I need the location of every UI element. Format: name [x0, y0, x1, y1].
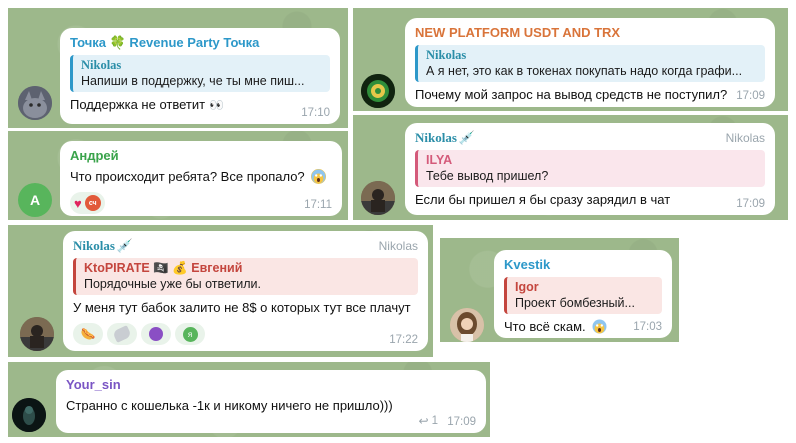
message-text: Почему мой запрос на вывод средств не по…: [415, 87, 728, 102]
reaction-cast[interactable]: [107, 323, 137, 345]
sender-name[interactable]: NEW PLATFORM USDT AND TRX: [415, 24, 765, 41]
heart-icon: ♥: [74, 195, 82, 211]
avatar-new-platform[interactable]: [361, 74, 395, 108]
reactions-row: 🌭 я: [73, 323, 418, 345]
reply-arrow-icon: ↩: [418, 414, 429, 428]
sender-name[interactable]: Nikolas 💉: [415, 129, 475, 146]
avatar-nikolas-1[interactable]: [361, 181, 395, 215]
screaming-face-svg: [311, 169, 326, 184]
chat-panel-5: Nikolas 💉 Nikolas KtoPIRATE 🏴‍☠️ 💰 Евгени…: [8, 225, 433, 357]
avatar-nikolas-2[interactable]: [20, 317, 54, 351]
message-bubble-tochka[interactable]: Точка 🍀 Revenue Party Точка Nikolas Напи…: [60, 28, 340, 124]
dark-figure-avatar-icon: [12, 398, 46, 432]
cat-avatar-icon: [18, 86, 52, 120]
message-time: 17:09: [736, 90, 765, 102]
message-time: 17:09: [447, 416, 476, 428]
sender-name[interactable]: Your_sin: [66, 376, 476, 393]
screaming-face-icon: [592, 319, 607, 334]
syringe-icon: 💉: [458, 130, 476, 145]
reply-quote[interactable]: Nikolas А я нет, это как в токенах покуп…: [415, 45, 765, 82]
chat-panel-7: Your_sin Странно с кошелька -1к и никому…: [8, 362, 490, 437]
message-bubble-andrey[interactable]: Андрей Что происходит ребята? Все пропал…: [60, 141, 342, 216]
chat-panel-6: Kvestik Igor Проект бомбезный... Что всё…: [440, 238, 679, 342]
message-text: Странно с кошелька -1к и никому ничего н…: [66, 398, 393, 413]
chat-panel-3: NEW PLATFORM USDT AND TRX Nikolas А я не…: [353, 8, 788, 111]
avatar-your-sin[interactable]: [12, 398, 46, 432]
avatar-letter: А: [29, 192, 41, 208]
reply-text: Порядочные уже бы ответили.: [84, 277, 262, 291]
chat-panel-4: Nikolas 💉 Nikolas ILYA Тебе вывод пришел?…: [353, 115, 788, 220]
message-bubble-new-platform[interactable]: NEW PLATFORM USDT AND TRX Nikolas А я не…: [405, 18, 775, 107]
reactor-avatar: сч: [84, 195, 101, 211]
reply-quote[interactable]: KtoPIRATE 🏴‍☠️ 💰 Евгений Порядочные уже …: [73, 258, 418, 295]
screaming-face-svg: [592, 319, 607, 334]
message-time: 17:11: [304, 199, 332, 211]
sender-row: Nikolas 💉 Nikolas: [73, 237, 418, 254]
sender-name[interactable]: Андрей: [70, 147, 332, 164]
hotdog-icon: 🌭: [80, 327, 96, 341]
message-text: У меня тут бабок залито не 8$ о которых …: [73, 300, 411, 315]
message-text: Если бы пришел я бы сразу зарядил в чат: [415, 192, 671, 207]
sender-name-text: Nikolas: [415, 130, 457, 145]
message-text-body: Что всё скам.: [504, 319, 586, 334]
reply-text: Проект бомбезный...: [515, 296, 635, 310]
reply-quote[interactable]: Nikolas Напиши в поддержку, че ты мне пи…: [70, 55, 330, 92]
reply-text: Тебе вывод пришел?: [426, 169, 549, 183]
reactor-avatar: я: [182, 326, 198, 342]
message-time: 17:10: [301, 107, 330, 119]
avatar-tochka[interactable]: [18, 86, 52, 120]
reply-count: 1: [431, 415, 438, 427]
message-text-body: Поддержка не ответит: [70, 97, 206, 112]
person-avatar-icon: [20, 317, 54, 351]
reply-text: Напиши в поддержку, че ты мне пиш...: [81, 74, 305, 88]
reply-quote[interactable]: Igor Проект бомбезный...: [504, 277, 662, 314]
reaction-ya[interactable]: я: [175, 323, 205, 345]
avatar-kvestik[interactable]: [450, 308, 484, 342]
person-avatar-icon: [361, 181, 395, 215]
message-time: 17:09: [736, 198, 765, 210]
chat-panel-2: А Андрей Что происходит ребята? Все проп…: [8, 131, 348, 220]
cast-icon: [112, 325, 132, 343]
message-bubble-nikolas-1[interactable]: Nikolas 💉 Nikolas ILYA Тебе вывод пришел?…: [405, 123, 775, 215]
message-text: Поддержка не ответит 👀: [70, 96, 330, 114]
message-text-body: Что происходит ребята? Все пропало?: [70, 169, 305, 184]
screaming-face-icon: [311, 169, 327, 184]
sender-row: Nikolas 💉 Nikolas: [415, 129, 765, 146]
sender-name[interactable]: Kvestik: [504, 256, 662, 273]
message-text: Что происходит ребята? Все пропало?: [70, 168, 332, 186]
reply-quote[interactable]: ILYA Тебе вывод пришел?: [415, 150, 765, 187]
reply-sender-name: Nikolas: [81, 58, 122, 72]
sender-role: Nikolas: [378, 238, 418, 253]
woman-avatar-icon: [450, 308, 484, 342]
sender-role: Nikolas: [725, 130, 765, 145]
message-time: 17:22: [389, 334, 418, 346]
syringe-icon: 💉: [116, 238, 134, 253]
message-time: 17:03: [633, 321, 662, 333]
reply-text: А я нет, это как в токенах покупать надо…: [426, 64, 743, 78]
crypto-coin-avatar-icon: [361, 74, 395, 108]
avatar-andrey[interactable]: А: [18, 183, 52, 217]
reactions-row: ♥ сч: [70, 192, 332, 214]
reaction-hotdog[interactable]: 🌭: [73, 323, 103, 345]
reply-sender-name: Nikolas: [426, 48, 467, 62]
eyes-icon: 👀: [209, 98, 224, 112]
reply-sender-name: ILYA: [426, 153, 453, 167]
reaction-heart[interactable]: ♥ сч: [70, 192, 105, 214]
replies-indicator[interactable]: ↩ 1: [419, 414, 438, 428]
reaction-devil[interactable]: [141, 323, 171, 345]
sender-name[interactable]: Nikolas 💉: [73, 237, 133, 254]
sender-name-text: Nikolas: [73, 238, 115, 253]
reply-sender-name: Igor: [515, 280, 539, 294]
message-bubble-your-sin[interactable]: Your_sin Странно с кошелька -1к и никому…: [56, 370, 486, 433]
message-bubble-kvestik[interactable]: Kvestik Igor Проект бомбезный... Что всё…: [494, 250, 672, 338]
sender-name[interactable]: Точка 🍀 Revenue Party Точка: [70, 34, 330, 51]
devil-icon: [149, 327, 163, 341]
message-bubble-nikolas-2[interactable]: Nikolas 💉 Nikolas KtoPIRATE 🏴‍☠️ 💰 Евгени…: [63, 231, 428, 351]
chat-panel-1: Точка 🍀 Revenue Party Точка Nikolas Напи…: [8, 8, 348, 128]
reply-sender-name: KtoPIRATE 🏴‍☠️ 💰 Евгений: [84, 261, 243, 275]
